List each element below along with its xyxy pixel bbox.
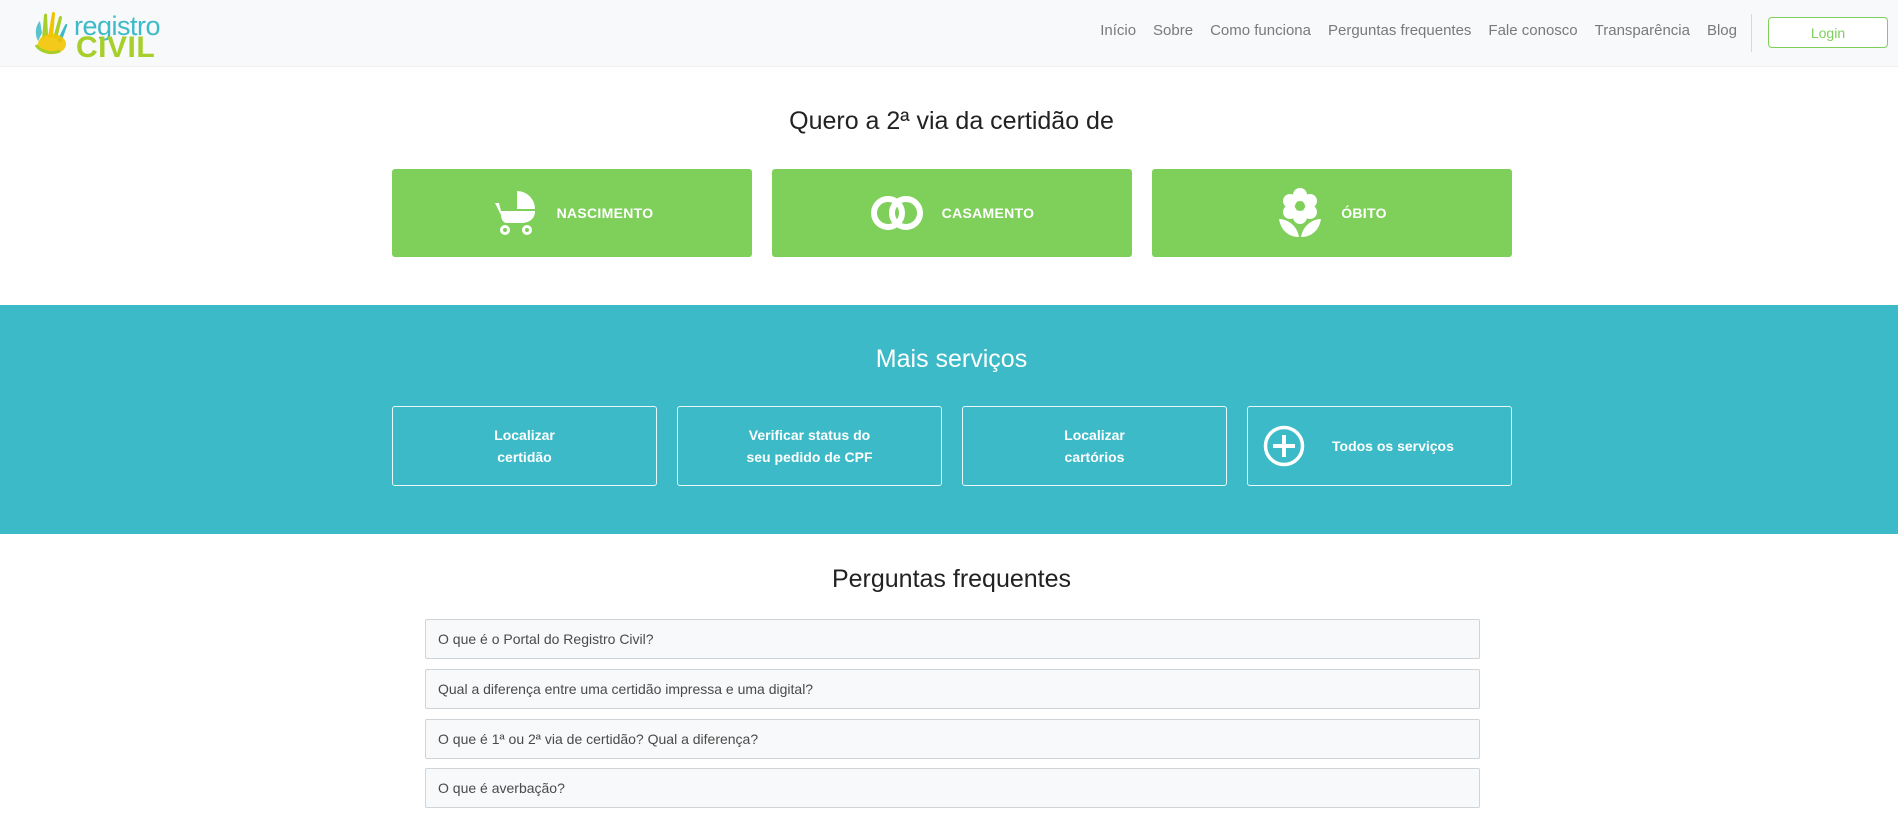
service-card-localizar-certidao[interactable]: Localizar certidão [392, 406, 657, 486]
site-header: registro CIVIL Início Sobre Como funcion… [0, 0, 1898, 67]
main-nav: Início Sobre Como funciona Perguntas fre… [1100, 22, 1737, 39]
service-card-verificar-cpf[interactable]: Verificar status do seu pedido de CPF [677, 406, 942, 486]
certidao-card-obito[interactable]: ÓBITO [1152, 169, 1512, 257]
nav-link-como-funciona[interactable]: Como funciona [1210, 22, 1311, 39]
faq-section-title: Perguntas frequentes [831, 565, 1072, 593]
service-card-localizar-cartorios[interactable]: Localizar cartórios [962, 406, 1227, 486]
mais-servicos-section: Mais serviços Localizar certidão Verific… [0, 305, 1898, 534]
wedding-rings-icon [870, 196, 923, 230]
baby-stroller-icon [494, 191, 535, 235]
certidao-card-casamento[interactable]: CASAMENTO [772, 169, 1132, 257]
faq-item[interactable]: Qual a diferença entre uma certidão impr… [425, 669, 1480, 709]
service-card-label: Localizar certidão [494, 427, 555, 465]
service-card-label: Localizar cartórios [1064, 427, 1125, 465]
faq-item[interactable]: O que é averbação? [425, 768, 1480, 808]
faq-question: O que é o Portal do Registro Civil? [438, 631, 654, 647]
flower-icon [1279, 188, 1322, 237]
nav-link-fale-conosco[interactable]: Fale conosco [1488, 22, 1577, 39]
faq-item[interactable]: O que é 1ª ou 2ª via de certidão? Qual a… [425, 719, 1480, 759]
nav-divider [1751, 14, 1752, 52]
certidao-card-label: CASAMENTO [941, 205, 1035, 221]
nav-link-sobre[interactable]: Sobre [1153, 22, 1193, 39]
nav-link-perguntas-frequentes[interactable]: Perguntas frequentes [1328, 22, 1471, 39]
certidao-card-nascimento[interactable]: NASCIMENTO [392, 169, 752, 257]
login-button[interactable]: Login [1768, 17, 1888, 48]
certidao-card-label: NASCIMENTO [556, 205, 654, 221]
nav-link-transparencia[interactable]: Transparência [1595, 22, 1690, 39]
certidao-section-title: Quero a 2ª via da certidão de [789, 107, 1114, 135]
service-card-todos-servicos[interactable]: Todos os serviços [1247, 406, 1512, 486]
mais-servicos-title: Mais serviços [875, 345, 1028, 373]
plus-circle-icon [1263, 425, 1305, 467]
service-card-label: Verificar status do seu pedido de CPF [746, 427, 873, 465]
faq-item[interactable]: O que é o Portal do Registro Civil? [425, 619, 1480, 659]
nav-link-blog[interactable]: Blog [1707, 22, 1737, 39]
certidao-card-label: ÓBITO [1341, 205, 1387, 221]
faq-question: Qual a diferença entre uma certidão impr… [438, 681, 814, 697]
service-card-label: Todos os serviços [1332, 438, 1454, 454]
registro-civil-logo[interactable]: registro CIVIL [30, 9, 161, 64]
faq-question: O que é 1ª ou 2ª via de certidão? Qual a… [438, 731, 759, 747]
logo-text-civil: CIVIL [76, 31, 156, 64]
nav-link-inicio[interactable]: Início [1100, 22, 1136, 39]
faq-question: O que é averbação? [438, 780, 565, 796]
hand-logo-icon [34, 11, 68, 55]
